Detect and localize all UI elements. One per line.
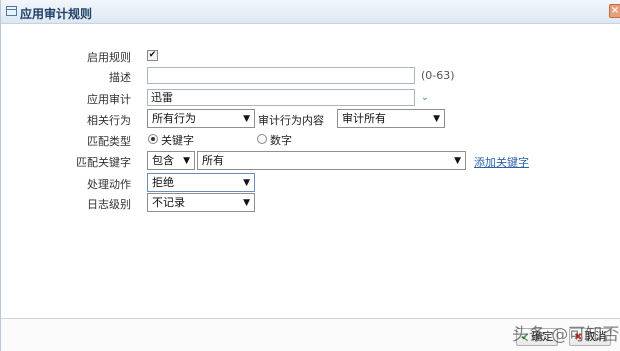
related-behavior-label: 相关行为: [87, 114, 131, 127]
dropdown-arrow-icon: ▼: [183, 156, 190, 166]
app-audit-label: 应用审计: [87, 93, 131, 106]
audit-content-select[interactable]: 审计所有 ▼: [337, 109, 445, 128]
related-behavior-value: 所有行为: [152, 112, 196, 125]
dialog-title: 应用审计规则: [20, 7, 93, 21]
dropdown-arrow-icon: ▼: [433, 114, 440, 124]
log-level-value: 不记录: [152, 196, 185, 209]
keyword-mode-value: 包含: [152, 154, 174, 167]
action-value: 拒绝: [152, 176, 174, 189]
enable-rule-checkbox[interactable]: ✔: [147, 50, 158, 61]
dropdown-arrow-icon: ▼: [243, 178, 250, 188]
chevron-down-icon[interactable]: ⌄: [417, 90, 433, 106]
add-keyword-link[interactable]: 添加关键字: [474, 154, 529, 170]
watermark: 头条 @可知否: [512, 325, 620, 345]
match-type-label: 匹配类型: [87, 135, 131, 148]
audit-content-label: 审计行为内容: [258, 114, 324, 127]
log-level-select[interactable]: 不记录 ▼: [147, 193, 255, 212]
dropdown-arrow-icon: ▼: [243, 114, 250, 124]
radio-number-label: 数字: [270, 134, 292, 147]
radio-number[interactable]: [257, 134, 267, 144]
radio-keyword[interactable]: [148, 134, 158, 144]
close-icon[interactable]: ×: [609, 4, 620, 18]
keyword-value: 所有: [202, 154, 224, 167]
description-input[interactable]: [147, 67, 415, 84]
audit-content-value: 审计所有: [342, 112, 386, 125]
related-behavior-select[interactable]: 所有行为 ▼: [147, 109, 255, 128]
radio-keyword-label: 关键字: [161, 134, 194, 147]
description-label: 描述: [109, 71, 131, 84]
action-select[interactable]: 拒绝 ▼: [147, 173, 255, 192]
dropdown-arrow-icon: ▼: [243, 198, 250, 208]
enable-rule-label: 启用规则: [87, 51, 131, 64]
description-length-hint: (0-63): [421, 69, 455, 82]
match-keyword-label: 匹配关键字: [76, 156, 131, 169]
dropdown-arrow-icon: ▼: [454, 156, 461, 166]
log-level-label: 日志级别: [87, 198, 131, 211]
title-bar: 应用审计规则 ×: [1, 0, 620, 24]
action-label: 处理动作: [87, 178, 131, 191]
dialog-window: 应用审计规则 × 启用规则 ✔ 描述 (0-63) 应用审计 迅雷 ⌄ 相关行为…: [0, 0, 620, 351]
window-icon: [6, 6, 17, 16]
keyword-mode-select[interactable]: 包含 ▼: [147, 151, 195, 170]
app-audit-combo[interactable]: 迅雷: [147, 89, 415, 106]
keyword-select[interactable]: 所有 ▼: [197, 151, 466, 170]
